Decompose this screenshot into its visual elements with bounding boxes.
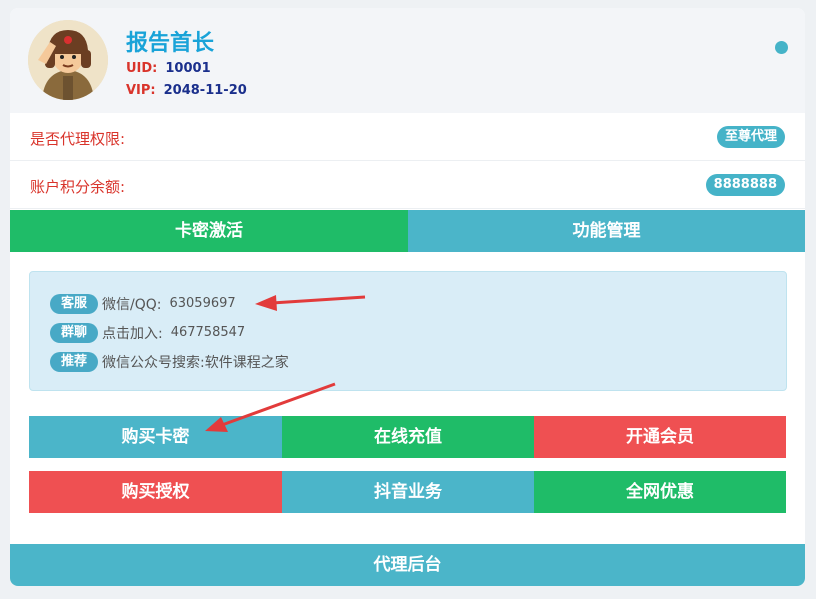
uid-label: UID: (126, 61, 158, 76)
network-discount-button[interactable]: 全网优惠 (534, 471, 786, 513)
agent-permission-row: 是否代理权限: 至尊代理 (10, 114, 805, 161)
recommend-line: 推荐 微信公众号搜索:软件课程之家 (50, 351, 289, 373)
agent-permission-label: 是否代理权限: (30, 130, 126, 148)
uid-row: UID: 10001 (126, 61, 211, 76)
points-balance-row: 账户积分余额: 8888888 (10, 162, 805, 209)
group-chat-line[interactable]: 群聊 点击加入: 467758547 (50, 322, 245, 344)
avatar-illustration (28, 20, 108, 100)
service-contact-label: 微信/QQ: (102, 296, 162, 313)
open-membership-button[interactable]: 开通会员 (534, 416, 786, 458)
user-card: 报告首长 UID: 10001 VIP: 2048-11-20 是否代理权限: 至尊… (10, 8, 805, 586)
vip-row: VIP: 2048-11-20 (126, 83, 247, 98)
avatar[interactable] (28, 20, 108, 100)
tab-feature-management[interactable]: 功能管理 (408, 210, 805, 252)
group-chat-badge: 群聊 (50, 322, 98, 343)
tab-card-activation[interactable]: 卡密激活 (10, 210, 408, 252)
contact-notice-box: 客服 微信/QQ: 63059697 群聊 点击加入: 467758547 推荐 微信公众… (29, 271, 787, 391)
uid-value: 10001 (165, 61, 211, 76)
vip-label: VIP: (126, 83, 156, 98)
proxy-backend-button[interactable]: 代理后台 (10, 544, 805, 586)
group-number-value: 467758547 (170, 325, 246, 340)
douyin-services-button[interactable]: 抖音业务 (282, 471, 534, 513)
service-badge: 客服 (50, 293, 98, 314)
profile-header: 报告首长 UID: 10001 VIP: 2048-11-20 (10, 8, 805, 113)
points-balance-label: 账户积分余额: (30, 178, 126, 196)
online-recharge-button[interactable]: 在线充值 (282, 416, 534, 458)
service-contact-value: 63059697 (169, 296, 236, 311)
group-join-label[interactable]: 点击加入: (102, 326, 163, 342)
vip-expiry-value: 2048-11-20 (163, 83, 247, 98)
buy-card-key-button[interactable]: 购买卡密 (29, 416, 282, 458)
service-contact-line: 客服 微信/QQ: 63059697 (50, 293, 236, 315)
points-balance-badge: 8888888 (705, 174, 785, 196)
recommend-text: 微信公众号搜索:软件课程之家 (102, 354, 289, 371)
buy-license-button[interactable]: 购买授权 (29, 471, 282, 513)
username: 报告首长 (126, 31, 215, 56)
recommend-badge: 推荐 (50, 351, 98, 372)
agent-level-badge: 至尊代理 (716, 126, 785, 148)
online-status-dot-icon (775, 41, 788, 54)
